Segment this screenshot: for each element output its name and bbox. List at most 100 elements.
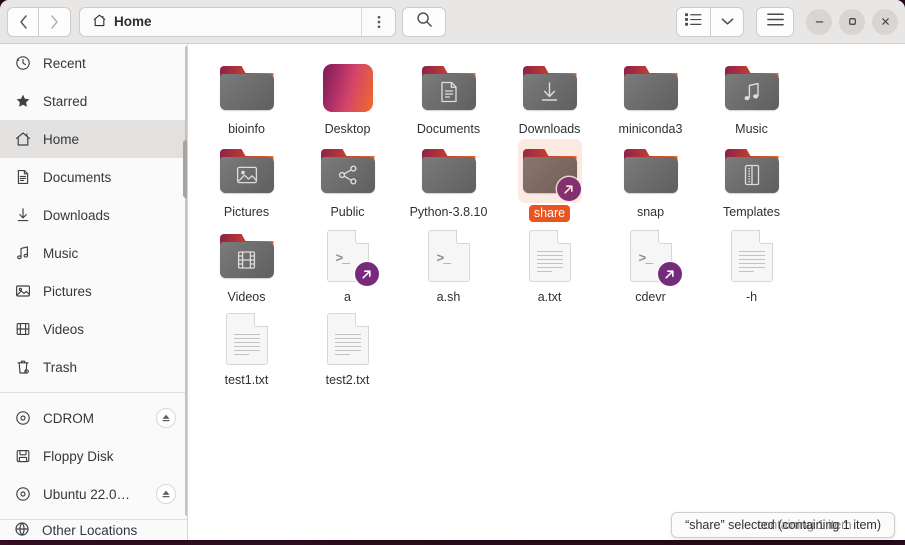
list-view-button[interactable] — [676, 6, 711, 37]
file-item[interactable]: Public — [297, 137, 398, 222]
maximize-button[interactable] — [839, 8, 865, 35]
sidebar-item-documents[interactable]: Documents — [0, 158, 187, 196]
sidebar-item-label: Starred — [43, 93, 88, 109]
file-name-label: a.sh — [436, 290, 461, 304]
download-icon — [14, 207, 31, 224]
file-item[interactable]: Pictures — [196, 137, 297, 222]
music-icon — [14, 245, 31, 262]
file-icon-wrap — [723, 227, 781, 285]
file-item[interactable]: Downloads — [499, 54, 600, 137]
folder-icon — [522, 66, 577, 110]
file-item[interactable]: snap — [600, 137, 701, 222]
header-bar: Home — [0, 0, 905, 44]
sidebar-item-home[interactable]: Home — [0, 120, 187, 158]
search-button[interactable] — [402, 6, 446, 37]
file-item[interactable]: Python-3.8.10 — [398, 137, 499, 222]
sidebar-item-floppy-disk[interactable]: Floppy Disk — [0, 437, 187, 475]
file-name-label: Public — [330, 205, 365, 219]
folder-front — [219, 242, 274, 278]
desktop-folder-icon — [322, 64, 373, 112]
sidebar-item-music[interactable]: Music — [0, 234, 187, 272]
file-item[interactable]: Videos — [196, 222, 297, 305]
file-icon-wrap — [420, 59, 478, 117]
file-item[interactable]: Documents — [398, 54, 499, 137]
file-name-label: share — [528, 205, 571, 222]
trash-icon — [14, 359, 31, 376]
window-body: Recent Starred Home Documents Downloads Music… — [0, 44, 905, 540]
folder-front — [623, 157, 678, 193]
file-name-label: test1.txt — [224, 373, 269, 387]
file-icon-wrap — [723, 59, 781, 117]
list-view-icon — [685, 12, 702, 32]
sidebar-item-pictures[interactable]: Pictures — [0, 272, 187, 310]
back-button[interactable] — [7, 6, 39, 37]
file-item[interactable]: test2.txt — [297, 305, 398, 388]
sidebar-item-cdrom[interactable]: CDROM — [0, 399, 187, 437]
folder-front — [522, 157, 577, 193]
floppy-icon — [14, 448, 31, 465]
sidebar-item-videos[interactable]: Videos — [0, 310, 187, 348]
folder-icon — [522, 149, 577, 193]
sidebar-item-label: Documents — [43, 169, 112, 185]
file-item[interactable]: >_ cdevr — [600, 222, 701, 305]
text-lines-glyph — [536, 251, 563, 275]
menu-icon — [766, 13, 784, 31]
path-bar: Home — [79, 6, 396, 37]
image-icon — [14, 283, 31, 300]
sidebar-item-ubuntu-22-0[interactable]: Ubuntu 22.0… — [0, 475, 187, 513]
file-item[interactable]: -h — [701, 222, 802, 305]
window-controls — [806, 8, 898, 35]
symlink-emblem-icon — [354, 262, 379, 286]
file-item[interactable]: Desktop — [297, 54, 398, 137]
file-item[interactable]: bioinfo — [196, 54, 297, 137]
terminal-prompt-glyph: >_ — [335, 251, 351, 266]
eject-button[interactable] — [156, 408, 176, 428]
main-menu-button[interactable] — [756, 6, 794, 37]
file-icon-wrap — [723, 142, 781, 200]
file-item[interactable]: test1.txt — [196, 305, 297, 388]
close-button[interactable] — [872, 8, 898, 35]
folder-icon — [623, 66, 678, 110]
folder-icon — [724, 66, 779, 110]
sidebar-item-other-locations[interactable]: Other Locations — [0, 520, 187, 540]
file-item[interactable]: miniconda3 — [600, 54, 701, 137]
file-item[interactable]: Templates — [701, 137, 802, 222]
file-icon-wrap — [319, 310, 377, 368]
symlink-emblem-icon — [556, 177, 581, 201]
sidebar-list: Recent Starred Home Documents Downloads Music… — [0, 44, 187, 520]
breadcrumb-home[interactable]: Home — [80, 8, 164, 36]
file-item[interactable]: a.txt — [499, 222, 600, 305]
file-name-label: snap — [636, 205, 665, 219]
minimize-button[interactable] — [806, 8, 832, 35]
forward-button[interactable] — [39, 6, 71, 37]
file-item[interactable]: Music — [701, 54, 802, 137]
text-lines-glyph — [334, 334, 361, 358]
eject-button[interactable] — [156, 484, 176, 504]
sidebar-item-recent[interactable]: Recent — [0, 44, 187, 82]
file-item[interactable]: share — [499, 137, 600, 222]
file-item[interactable]: >_ a — [297, 222, 398, 305]
file-name-label: a.txt — [537, 290, 562, 304]
file-name-label: Music — [735, 122, 768, 136]
sidebar-item-trash[interactable]: Trash — [0, 348, 187, 386]
sidebar: Recent Starred Home Documents Downloads Music… — [0, 44, 188, 540]
sidebar-item-label: CDROM — [43, 410, 94, 426]
sidebar-item-downloads[interactable]: Downloads — [0, 196, 187, 234]
sidebar-item-starred[interactable]: Starred — [0, 82, 187, 120]
view-dropdown-button[interactable] — [711, 6, 744, 37]
folder-front — [219, 74, 274, 110]
file-name-label: Videos — [227, 290, 266, 304]
file-icon-wrap — [517, 139, 582, 203]
icon-grid: bioinfo Desktop Documents Downloads minicond… — [196, 54, 897, 388]
file-view[interactable]: bioinfo Desktop Documents Downloads minicond… — [188, 44, 905, 540]
file-icon-wrap — [622, 142, 680, 200]
sidebar-item-label: Recent — [43, 55, 86, 71]
script-file-icon: >_ — [427, 230, 470, 282]
video-icon — [14, 321, 31, 338]
file-icon-wrap — [622, 59, 680, 117]
file-icon-wrap: >_ — [319, 227, 379, 286]
sidebar-item-label: Videos — [43, 321, 85, 337]
folder-front — [724, 74, 779, 110]
path-options-button[interactable] — [361, 7, 395, 36]
file-item[interactable]: >_ a.sh — [398, 222, 499, 305]
